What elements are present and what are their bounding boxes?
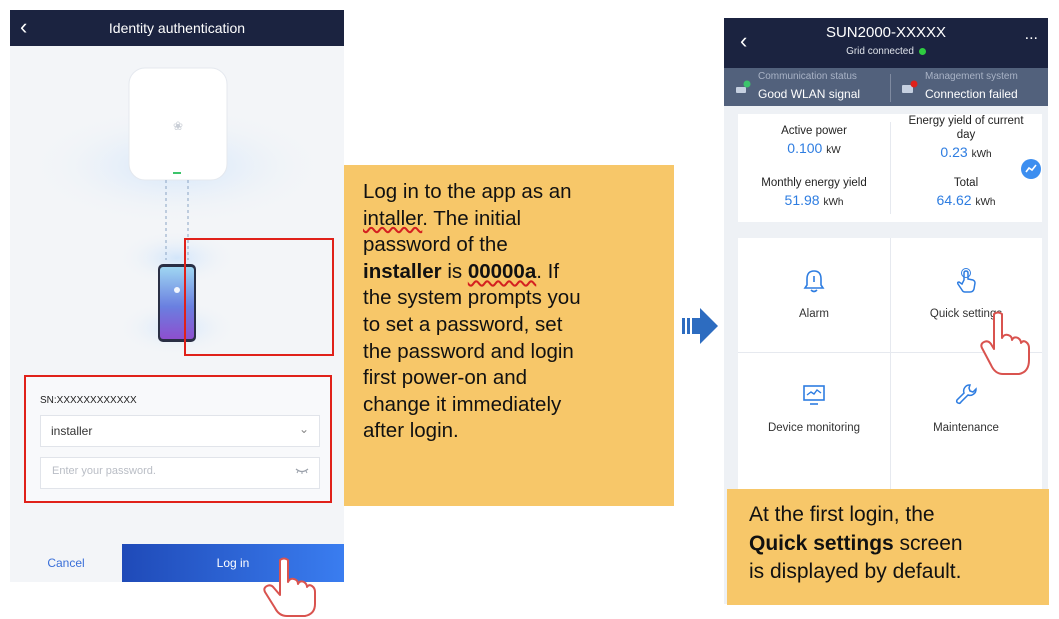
svg-text:❀: ❀ [173,119,183,133]
management-system-icon [902,80,918,93]
bell-icon [803,270,825,293]
status-bar: Communication status Good WLAN signal Ma… [724,68,1048,106]
grid-status: Grid connected [724,46,1048,57]
instruction-callout: Log in to the app as an intaller. The in… [344,165,674,506]
hand-pointer-icon [263,557,316,617]
password-field-container [40,457,320,489]
device-title: SUN2000-XXXXX [825,24,947,41]
energy-divider [890,122,891,214]
misspelled-word: intaller [363,206,423,230]
note-line: Quick settings screen [749,531,963,555]
energy-summary-panel: Active power 0.100 kW Energy yield of cu… [738,114,1042,222]
menu-alarm[interactable]: Alarm [738,238,890,352]
note-line: is displayed by default. [749,560,962,584]
monthly-yield-cell: Monthly energy yield 51.98 kWh [761,177,867,208]
quick-settings-highlight [184,238,334,356]
note-text: At the first login, the Quick settings s… [749,501,963,587]
login-form: SN:XXXXXXXXXXXX installer ⌄ [24,375,332,503]
instruction-line: installer is 00000a. If [363,259,560,283]
total-yield-cell: Total 64.62 kWh [936,177,996,208]
note-line: At the first login, the [749,503,935,526]
wlan-signal-icon [736,80,751,93]
eye-closed-icon[interactable] [295,467,309,475]
page-title: Identity authentication [108,20,246,36]
instruction-line: the system prompts you [363,286,581,310]
instruction-line: password of the [363,233,508,257]
password-input[interactable] [50,464,284,478]
monitor-icon [803,385,825,405]
username-value: installer [51,424,93,438]
instruction-text: Log in to the app as an intaller. The in… [363,179,663,445]
next-step-arrow-icon [682,308,718,344]
status-divider [890,74,891,102]
instruction-line: Log in to the app as an [363,180,572,203]
chevron-down-icon: ⌄ [298,422,309,436]
menu-device-monitoring[interactable]: Device monitoring [738,352,890,466]
wrench-icon [955,384,977,405]
daily-yield-cell: Energy yield of current day 0.23 kWh [908,115,1024,160]
comm-status-value: Good WLAN signal [758,87,861,101]
instruction-line: change it immediately [363,392,562,416]
username-select[interactable]: installer ⌄ [40,415,320,447]
instruction-line: to set a password, set [363,312,563,336]
mgmt-system-label: Management system [925,71,1018,82]
inverter-header: ‹ SUN2000-XXXXX Grid connected ... [724,18,1048,68]
status-dot-icon [918,47,926,55]
instruction-line: after login. [363,419,459,443]
tap-gesture-icon [956,268,976,293]
login-header: ‹ Identity authentication [10,10,344,46]
active-power-cell: Active power 0.100 kW [781,125,847,156]
hand-pointer-icon [980,311,1030,375]
initial-password: 00000a [467,259,537,283]
more-menu-icon[interactable]: ... [1025,26,1038,44]
mgmt-system-value: Connection failed [925,87,1018,101]
comm-status-label: Communication status [758,71,857,82]
chart-icon[interactable] [1021,159,1041,179]
instruction-line: the password and login [363,339,574,363]
instruction-line: intaller. The initial [363,206,522,230]
instruction-line: first power-on and [363,366,528,390]
sn-label: SN:XXXXXXXXXXXX [40,395,137,406]
first-login-note: At the first login, the Quick settings s… [727,489,1049,605]
cancel-button[interactable]: Cancel [10,544,122,582]
